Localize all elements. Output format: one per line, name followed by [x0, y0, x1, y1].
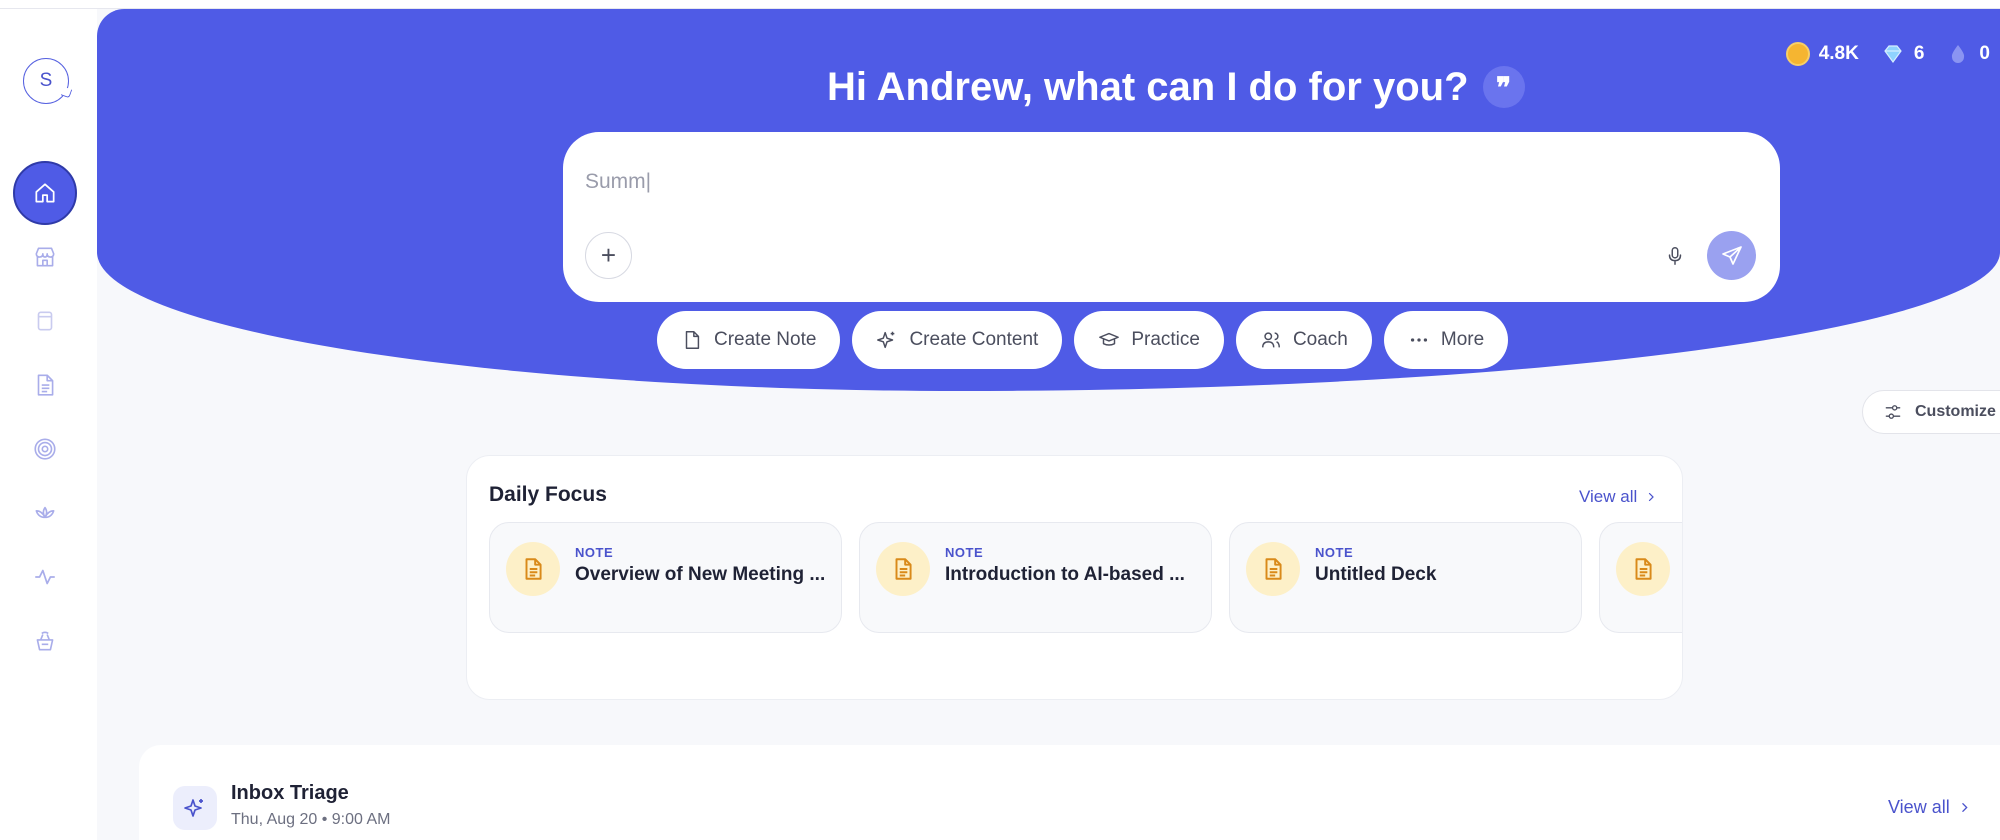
activity-icon	[35, 569, 55, 585]
sidebar-item-store[interactable]	[13, 225, 77, 289]
more-dots-icon	[1410, 338, 1427, 342]
graduation-cap-icon	[1099, 332, 1120, 346]
document-icon	[1635, 558, 1652, 580]
focus-card[interactable]: NOTE Introduction to AI-based ...	[859, 522, 1212, 633]
document-icon	[895, 558, 912, 580]
sidebar-item-home[interactable]	[13, 161, 77, 225]
focus-card[interactable]: NOTE Overview of New Meeting ...	[489, 522, 842, 633]
note-icon	[685, 331, 700, 349]
drop-icon	[1952, 45, 1965, 63]
daily-focus-view-all-link[interactable]: View all	[1579, 487, 1657, 507]
note-card-icon	[1616, 542, 1670, 596]
daily-focus-title: Daily Focus	[489, 483, 607, 506]
sidebar-item-goals[interactable]	[13, 417, 77, 481]
document-icon	[525, 558, 542, 580]
daily-focus-cards: NOTE Overview of New Meeting ... NOTE In…	[489, 522, 1682, 633]
drop-stat[interactable]: 0	[1946, 42, 1990, 66]
focus-card[interactable]	[1599, 522, 1682, 633]
note-card-icon	[876, 542, 930, 596]
note-card-icon	[506, 542, 560, 596]
prompt-input[interactable]: Summ|	[585, 170, 651, 194]
card-title: Untitled Deck	[1315, 564, 1437, 585]
send-button[interactable]	[1707, 231, 1756, 280]
target-icon	[34, 438, 56, 460]
greeting-heading: Hi Andrew, what can I do for you? ❞	[827, 59, 1525, 115]
box-icon	[37, 311, 53, 331]
document-icon	[37, 374, 54, 396]
create-note-button[interactable]: Create Note	[657, 311, 841, 369]
card-title: Overview of New Meeting ...	[575, 564, 826, 585]
send-icon	[1721, 245, 1742, 265]
create-content-button[interactable]: Create Content	[852, 311, 1063, 369]
coin-stat[interactable]: 4.8K	[1785, 42, 1859, 66]
daily-focus-panel: Daily Focus View all NOTE Overview of Ne…	[466, 455, 1683, 700]
sidebar-item-library[interactable]	[13, 289, 77, 353]
chevron-right-icon	[1961, 803, 1968, 812]
sliders-icon	[1885, 405, 1901, 419]
sidebar: S	[0, 9, 97, 840]
lotus-icon	[35, 506, 55, 519]
users-icon	[1261, 332, 1280, 348]
sidebar-item-wellness[interactable]	[13, 481, 77, 545]
card-type-label: NOTE	[945, 545, 984, 560]
mic-button[interactable]	[1658, 239, 1692, 273]
basket-icon	[36, 631, 54, 651]
card-type-label: NOTE	[1315, 545, 1354, 560]
quick-actions: Create Note Create Content Practice Coac…	[657, 311, 1509, 369]
coach-button[interactable]: Coach	[1235, 311, 1372, 369]
more-button[interactable]: More	[1383, 311, 1509, 369]
microphone-icon	[1668, 247, 1682, 265]
note-card-icon	[1246, 542, 1300, 596]
stats-bar: 4.8K 6 0	[1785, 37, 2000, 71]
sidebar-item-rewards[interactable]	[13, 609, 77, 673]
prompt-box: Summ| +	[563, 132, 1780, 302]
document-icon	[1265, 558, 1282, 580]
home-icon	[35, 183, 55, 203]
inbox-triage-panel: Inbox Triage Thu, Aug 20 • 9:00 AM View …	[139, 745, 2000, 840]
gem-icon	[1884, 45, 1902, 64]
sparkle-icon	[877, 331, 895, 349]
card-title: Introduction to AI-based ...	[945, 564, 1185, 585]
sidebar-item-activity[interactable]	[13, 545, 77, 609]
inbox-datetime: Thu, Aug 20 • 9:00 AM	[231, 811, 391, 828]
chevron-right-icon	[1649, 492, 1655, 502]
avatar[interactable]: S	[23, 58, 69, 104]
attach-button[interactable]: +	[585, 232, 632, 279]
customize-button[interactable]: Customize	[1862, 390, 2000, 434]
sparkle-icon	[173, 786, 217, 830]
sidebar-item-notes[interactable]	[13, 353, 77, 417]
focus-card[interactable]: NOTE Untitled Deck	[1229, 522, 1582, 633]
top-border	[0, 0, 2000, 9]
card-type-label: NOTE	[575, 545, 614, 560]
inbox-view-all-link[interactable]: View all	[1888, 797, 1971, 818]
plus-icon: +	[600, 240, 617, 270]
quote-icon[interactable]: ❞	[1482, 66, 1525, 108]
store-icon	[35, 247, 55, 267]
coin-icon	[1785, 42, 1810, 66]
inbox-title: Inbox Triage	[231, 782, 349, 804]
gem-stat[interactable]: 6	[1881, 42, 1924, 66]
practice-button[interactable]: Practice	[1074, 311, 1224, 369]
